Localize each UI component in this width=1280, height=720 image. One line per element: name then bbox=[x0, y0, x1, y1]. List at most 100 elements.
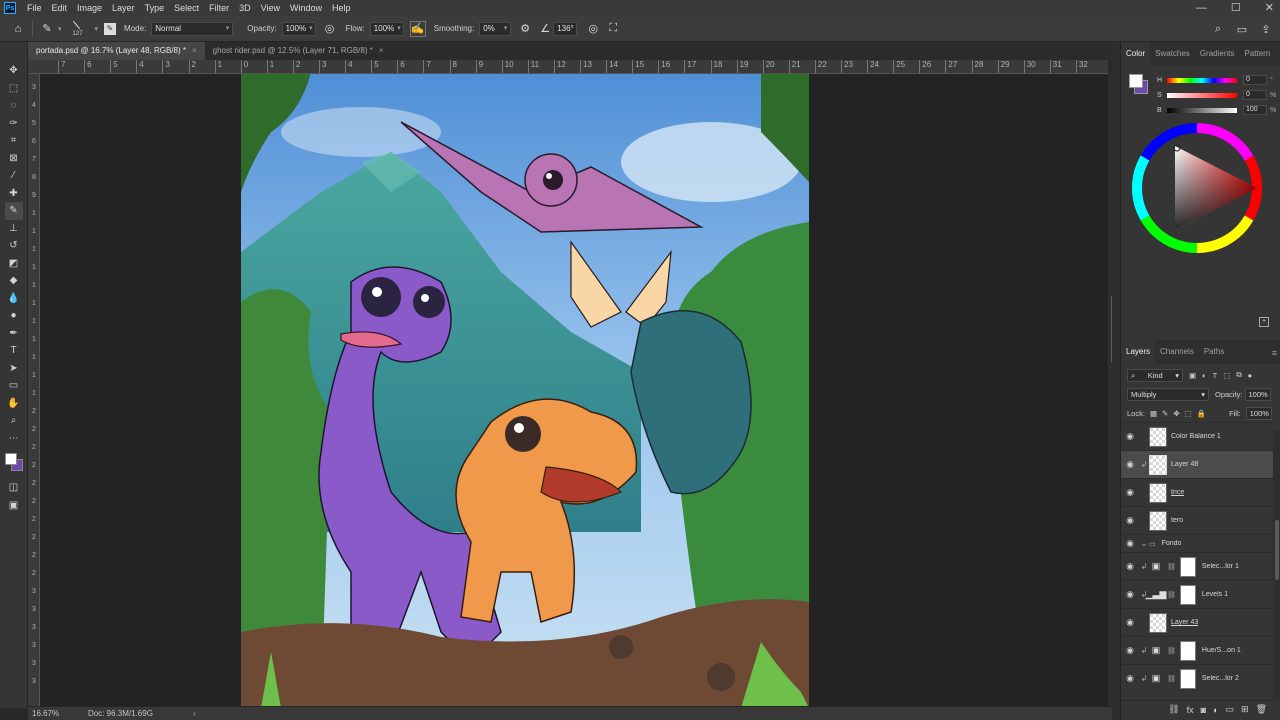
foreground-color-swatch[interactable] bbox=[4, 453, 17, 465]
minimize-button[interactable]: — bbox=[1196, 0, 1207, 16]
menu-type[interactable]: Type bbox=[140, 0, 170, 16]
tab-gradients[interactable]: Gradients bbox=[1195, 42, 1240, 66]
adjustment-layer-icon[interactable]: ◐ bbox=[1213, 705, 1218, 715]
paint-bucket-tool-icon[interactable]: ◆ bbox=[5, 272, 23, 290]
smart-filter-icon[interactable]: ⧉ bbox=[1236, 370, 1241, 380]
hue-slider[interactable]: H 0 ° bbox=[1157, 74, 1280, 86]
tab-ghost-rider[interactable]: ghost rider.psd @ 12.5% (Layer 71, RGB/8… bbox=[205, 42, 392, 60]
layer-row[interactable]: ◉ Color Balance 1 bbox=[1121, 422, 1273, 450]
hand-tool-icon[interactable]: ✋ bbox=[5, 395, 23, 413]
layer-opacity-field[interactable]: 100% bbox=[1244, 387, 1271, 401]
tab-portada[interactable]: portada.psd @ 16.7% (Layer 48, RGB/8) * … bbox=[28, 42, 205, 60]
eye-icon[interactable]: ◉ bbox=[1121, 538, 1139, 549]
fill-field[interactable]: 100% bbox=[1245, 406, 1272, 420]
close-button[interactable]: ✕ bbox=[1265, 0, 1274, 16]
lock-image-icon[interactable]: ✎ bbox=[1162, 409, 1168, 418]
eye-icon[interactable]: ◉ bbox=[1121, 673, 1139, 684]
eye-icon[interactable]: ◉ bbox=[1121, 645, 1139, 656]
layer-style-icon[interactable]: fx bbox=[1187, 705, 1194, 715]
saturation-value[interactable]: 0 bbox=[1243, 90, 1267, 100]
close-icon[interactable]: × bbox=[379, 42, 384, 60]
menu-file[interactable]: File bbox=[22, 0, 47, 16]
dodge-tool-icon[interactable]: ● bbox=[5, 307, 23, 325]
brightness-track[interactable] bbox=[1167, 107, 1237, 113]
layer-row[interactable]: ◉ trice bbox=[1121, 478, 1273, 506]
pressure-opacity-icon[interactable]: ◎ bbox=[322, 21, 338, 37]
brightness-slider[interactable]: B 100 % bbox=[1157, 104, 1280, 116]
path-select-tool-icon[interactable]: ➤ bbox=[5, 360, 23, 378]
artwork-canvas[interactable] bbox=[241, 74, 809, 706]
foreground-color-swatch[interactable] bbox=[1129, 74, 1143, 88]
layer-row[interactable]: ◉ ↲ ▣ ⛓ Selec...lor 2 bbox=[1121, 664, 1273, 692]
eye-icon[interactable]: ◉ bbox=[1121, 589, 1139, 600]
maximize-button[interactable]: ☐ bbox=[1231, 0, 1241, 16]
mode-select[interactable]: Normal ▾ bbox=[151, 21, 234, 36]
eyedropper-tool-icon[interactable]: ⁄ bbox=[5, 167, 23, 185]
blur-tool-icon[interactable]: 💧 bbox=[5, 290, 23, 308]
layer-row[interactable]: ◉ ↲ ▁▃▆ ⛓ Levels 1 bbox=[1121, 580, 1273, 608]
lasso-tool-icon[interactable]: ◌ bbox=[5, 97, 23, 115]
layers-scrollbar[interactable] bbox=[1273, 430, 1280, 700]
shape-filter-icon[interactable]: ⬚ bbox=[1223, 371, 1230, 380]
home-icon[interactable]: ⌂ bbox=[10, 21, 26, 37]
pen-tool-icon[interactable]: ✒ bbox=[5, 325, 23, 343]
layer-row[interactable]: ◉ ↲ ▣ ⛓ Selec...lor 1 bbox=[1121, 552, 1273, 580]
rectangle-tool-icon[interactable]: ▭ bbox=[5, 377, 23, 395]
eye-icon[interactable]: ◉ bbox=[1121, 561, 1139, 572]
filter-toggle-icon[interactable]: ● bbox=[1248, 371, 1253, 380]
quick-mask-icon[interactable]: ◫ bbox=[5, 479, 23, 497]
hue-track[interactable] bbox=[1167, 77, 1237, 83]
canvas-area[interactable] bbox=[40, 74, 1108, 706]
menu-filter[interactable]: Filter bbox=[204, 0, 234, 16]
healing-brush-tool-icon[interactable]: ✚ bbox=[5, 185, 23, 203]
share-icon[interactable]: ⇪ bbox=[1258, 21, 1274, 37]
gear-icon[interactable]: ⚙ bbox=[517, 21, 533, 37]
adjustment-filter-icon[interactable]: ◐ bbox=[1202, 371, 1207, 380]
history-brush-tool-icon[interactable]: ↺ bbox=[5, 237, 23, 255]
menu-image[interactable]: Image bbox=[72, 0, 107, 16]
more-tools-icon[interactable]: ⋯ bbox=[5, 430, 23, 448]
menu-select[interactable]: Select bbox=[169, 0, 204, 16]
move-tool-icon[interactable]: ✥ bbox=[5, 62, 23, 80]
saturation-track[interactable] bbox=[1167, 92, 1237, 98]
zoom-tool-icon[interactable]: ⌕ bbox=[5, 412, 23, 430]
chevron-down-icon[interactable]: ▾ bbox=[95, 25, 99, 33]
angle-field[interactable]: 136° bbox=[553, 21, 578, 36]
lock-artboard-icon[interactable]: ⬚ bbox=[1185, 409, 1192, 418]
lock-all-icon[interactable]: 🔒 bbox=[1197, 409, 1206, 418]
menu-view[interactable]: View bbox=[256, 0, 285, 16]
new-group-icon[interactable]: ▭ bbox=[1226, 704, 1235, 715]
brush-settings-panel-icon[interactable]: ✎ bbox=[104, 22, 117, 35]
expand-icon[interactable]: + bbox=[1259, 317, 1269, 327]
brush-tool-icon[interactable]: ✎ bbox=[4, 202, 23, 220]
close-icon[interactable]: × bbox=[192, 42, 197, 60]
link-layers-icon[interactable]: ⛓ bbox=[1168, 704, 1179, 715]
opacity-field[interactable]: 100% ▾ bbox=[281, 21, 316, 36]
lock-transparent-icon[interactable]: ▦ bbox=[1150, 409, 1157, 418]
eye-icon[interactable]: ◉ bbox=[1121, 617, 1139, 628]
eye-icon[interactable]: ◉ bbox=[1121, 459, 1139, 470]
blend-mode-select[interactable]: Multiply ▾ bbox=[1127, 387, 1209, 401]
panel-menu-icon[interactable]: ≡ bbox=[1272, 348, 1277, 358]
eraser-tool-icon[interactable]: ◩ bbox=[5, 255, 23, 273]
airbrush-icon[interactable]: ✍ bbox=[409, 20, 426, 37]
saturation-slider[interactable]: S 0 % bbox=[1157, 89, 1280, 101]
chevron-down-icon[interactable]: ⌄ bbox=[1139, 539, 1149, 548]
layer-row[interactable]: ◉ ↲ ▣ ⛓ Hue/S...on 1 bbox=[1121, 636, 1273, 664]
tab-swatches[interactable]: Swatches bbox=[1150, 42, 1195, 66]
eye-icon[interactable]: ◉ bbox=[1121, 431, 1139, 442]
new-layer-icon[interactable]: ⊞ bbox=[1241, 704, 1249, 715]
brush-tool-preset-icon[interactable]: ✎ bbox=[39, 21, 55, 37]
chevron-right-icon[interactable]: › bbox=[193, 709, 196, 718]
add-mask-icon[interactable]: ◙ bbox=[1201, 705, 1206, 715]
color-wheel[interactable] bbox=[1131, 122, 1263, 254]
tab-channels[interactable]: Channels bbox=[1155, 340, 1199, 364]
brush-size-picker[interactable]: 127 bbox=[70, 18, 92, 40]
search-icon[interactable]: ⌕ bbox=[1210, 21, 1226, 37]
menu-help[interactable]: Help bbox=[327, 0, 356, 16]
menu-layer[interactable]: Layer bbox=[107, 0, 140, 16]
menu-edit[interactable]: Edit bbox=[47, 0, 73, 16]
tab-color[interactable]: Color bbox=[1121, 42, 1151, 66]
crop-tool-icon[interactable]: ⌗ bbox=[5, 132, 23, 150]
workspace-icon[interactable]: ▭ bbox=[1234, 21, 1250, 37]
